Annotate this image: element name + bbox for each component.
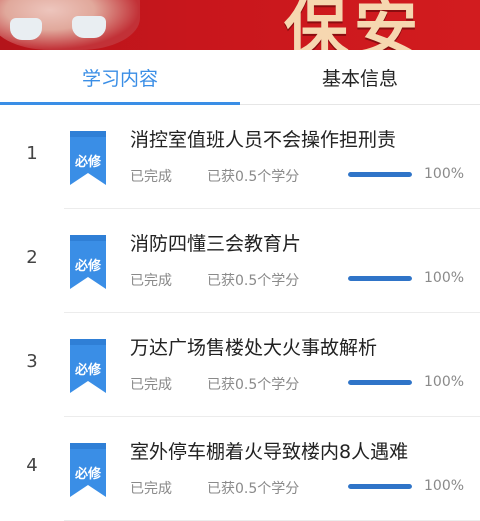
list-item[interactable]: 4 必修 室外停车棚着火导致楼内8人遇难 已完成 已获0.5个学分 100% <box>0 417 480 521</box>
badge-label: 必修 <box>74 467 101 482</box>
header-banner: 保安全 <box>0 0 480 50</box>
item-index: 2 <box>26 247 38 268</box>
item-index: 4 <box>26 455 38 476</box>
progress-bar <box>348 276 412 281</box>
credits-text: 已获0.5个学分 <box>207 481 300 497</box>
required-badge: 必修 <box>68 337 108 395</box>
list-item[interactable]: 3 必修 万达广场售楼处大火事故解析 已完成 已获0.5个学分 100% <box>0 313 480 417</box>
mask-icon <box>72 16 106 38</box>
item-index: 3 <box>26 351 38 372</box>
credits-text: 已获0.5个学分 <box>207 377 300 393</box>
tab-bar: 学习内容 基本信息 <box>0 50 480 105</box>
status-text: 已完成 <box>130 169 172 185</box>
progress-fill <box>348 172 412 177</box>
progress-fill <box>348 380 412 385</box>
item-index: 1 <box>26 143 38 164</box>
mask-icon <box>10 18 42 40</box>
tab-basic-info[interactable]: 基本信息 <box>240 50 480 104</box>
credits-text: 已获0.5个学分 <box>207 169 300 185</box>
badge-label: 必修 <box>74 259 101 274</box>
credits-text: 已获0.5个学分 <box>207 273 300 289</box>
progress-fill <box>348 276 412 281</box>
progress-percent: 100% <box>424 478 465 494</box>
required-badge: 必修 <box>68 441 108 499</box>
course-title[interactable]: 消防四懂三会教育片 <box>130 229 301 256</box>
list-item[interactable]: 2 必修 消防四懂三会教育片 已完成 已获0.5个学分 100% <box>0 209 480 313</box>
course-title[interactable]: 万达广场售楼处大火事故解析 <box>130 333 377 360</box>
course-title[interactable]: 室外停车棚着火导致楼内8人遇难 <box>130 437 408 464</box>
progress-percent: 100% <box>424 270 465 286</box>
status-text: 已完成 <box>130 377 172 393</box>
progress-bar <box>348 380 412 385</box>
banner-title: 保安全 <box>284 0 424 50</box>
required-badge: 必修 <box>68 129 108 187</box>
required-badge: 必修 <box>68 233 108 291</box>
badge-label: 必修 <box>74 363 101 378</box>
status-text: 已完成 <box>130 481 172 497</box>
status-text: 已完成 <box>130 273 172 289</box>
badge-label: 必修 <box>74 155 101 170</box>
progress-bar <box>348 172 412 177</box>
course-title[interactable]: 消控室值班人员不会操作担刑责 <box>130 125 396 152</box>
progress-percent: 100% <box>424 374 465 390</box>
progress-bar <box>348 484 412 489</box>
progress-percent: 100% <box>424 166 465 182</box>
progress-fill <box>348 484 412 489</box>
list-item[interactable]: 1 必修 消控室值班人员不会操作担刑责 已完成 已获0.5个学分 100% <box>0 105 480 209</box>
tab-learning-content[interactable]: 学习内容 <box>0 50 240 104</box>
